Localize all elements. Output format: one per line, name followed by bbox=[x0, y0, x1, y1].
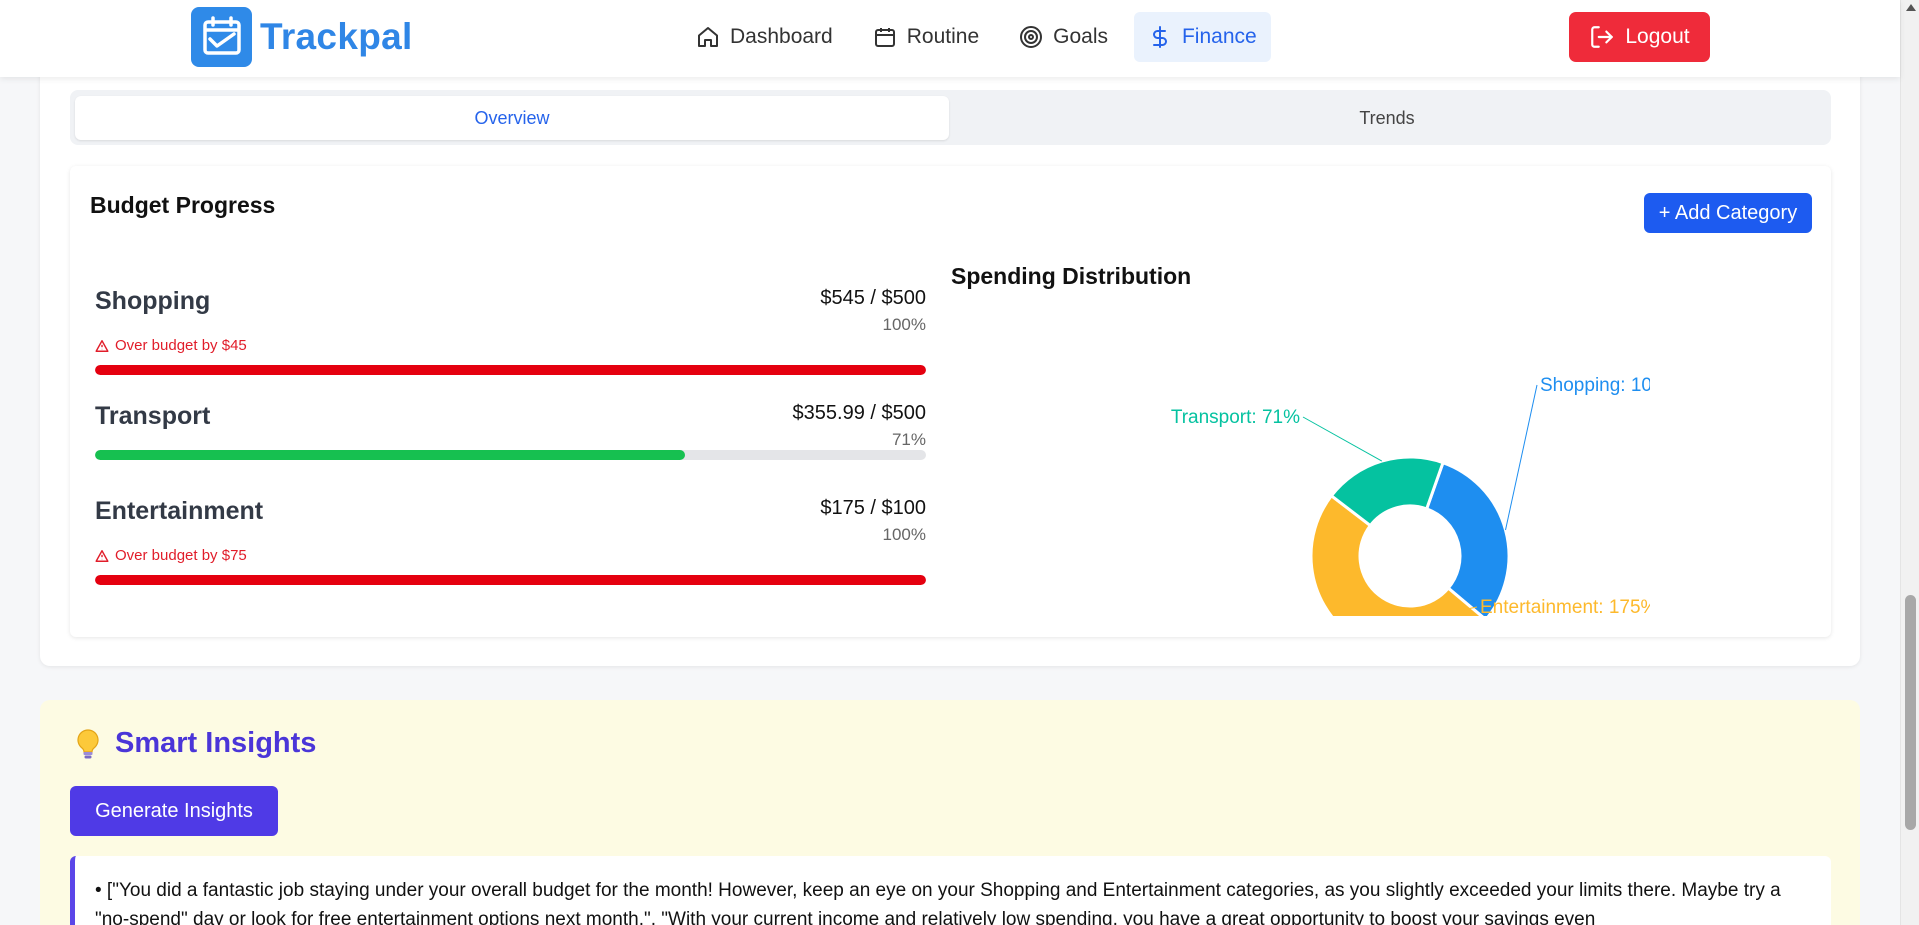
insights-header: Smart Insights bbox=[75, 727, 316, 760]
nav-item-label: Routine bbox=[906, 25, 980, 48]
category-name: Shopping bbox=[95, 287, 211, 315]
category-amount: $355.99 / $500 bbox=[792, 402, 926, 424]
calendar-check-logo-icon bbox=[191, 7, 252, 67]
nav-item-routine[interactable]: Routine bbox=[859, 12, 993, 62]
brand-name: Trackpal bbox=[260, 16, 413, 57]
donut-leader-line bbox=[1505, 384, 1538, 531]
donut-slice-shopping[interactable] bbox=[1424, 460, 1511, 616]
top-navbar: Trackpal Dashboard Routine Goals Finance… bbox=[0, 0, 1900, 77]
over-budget-warning: Over budget by $75 bbox=[95, 547, 247, 564]
generate-insights-button[interactable]: Generate Insights bbox=[70, 786, 278, 836]
dollar-icon bbox=[1152, 26, 1167, 48]
smart-insights-panel: Smart Insights Generate Insights • ["You… bbox=[40, 700, 1860, 925]
logout-icon bbox=[1591, 26, 1614, 48]
category-amount: $545 / $500 bbox=[820, 287, 926, 309]
main-nav: Dashboard Routine Goals Finance bbox=[682, 12, 1283, 62]
calendar-icon bbox=[874, 28, 895, 47]
category-percent: 100% bbox=[882, 525, 926, 544]
logout-label: Logout bbox=[1625, 25, 1690, 48]
insight-text-box: • ["You did a fantastic job staying unde… bbox=[70, 856, 1831, 925]
donut-label-entertainment: Entertainment: 175% bbox=[1480, 597, 1650, 616]
donut-label-transport: Transport: 71% bbox=[1171, 407, 1300, 428]
budget-category-shopping: Shopping $545 / $500 100% Over budget by… bbox=[95, 287, 926, 377]
page-scrollbar[interactable] bbox=[1900, 0, 1919, 925]
nav-item-finance[interactable]: Finance bbox=[1133, 12, 1271, 62]
spending-distribution-title: Spending Distribution bbox=[951, 263, 1192, 289]
tab-overview[interactable]: Overview bbox=[75, 96, 949, 140]
progress-bar-fill bbox=[95, 365, 926, 375]
progress-bar-fill bbox=[95, 450, 685, 460]
logout-button[interactable]: Logout bbox=[1569, 12, 1710, 62]
brand[interactable]: Trackpal bbox=[191, 7, 413, 67]
scroll-up-arrow-icon[interactable] bbox=[1906, 4, 1916, 11]
nav-item-label: Dashboard bbox=[730, 25, 833, 48]
nav-item-dashboard[interactable]: Dashboard bbox=[682, 12, 847, 62]
lightbulb-icon bbox=[77, 728, 99, 758]
donut-label-shopping: Shopping: 109% bbox=[1540, 375, 1650, 396]
budget-category-entertainment: Entertainment $175 / $100 100% Over budg… bbox=[95, 497, 926, 587]
scrollbar-thumb[interactable] bbox=[1905, 595, 1916, 830]
insights-title: Smart Insights bbox=[115, 727, 317, 759]
progress-bar bbox=[95, 365, 926, 375]
over-budget-warning: Over budget by $45 bbox=[95, 337, 247, 354]
warning-text: Over budget by $75 bbox=[115, 547, 247, 564]
insight-text: • ["You did a fantastic job staying unde… bbox=[95, 880, 1781, 925]
nav-item-label: Finance bbox=[1181, 25, 1257, 48]
tab-trends[interactable]: Trends bbox=[950, 96, 1824, 140]
category-amount: $175 / $100 bbox=[820, 497, 926, 519]
add-category-button[interactable]: + Add Category bbox=[1644, 193, 1812, 233]
category-name: Entertainment bbox=[95, 497, 264, 525]
warning-icon bbox=[95, 549, 109, 562]
finance-tabs: Overview Trends bbox=[70, 90, 1831, 145]
nav-item-goals[interactable]: Goals bbox=[1005, 12, 1122, 62]
progress-bar bbox=[95, 575, 926, 585]
donut-leader-line bbox=[1302, 416, 1383, 462]
category-percent: 71% bbox=[891, 430, 926, 449]
budget-category-transport: Transport $355.99 / $500 71% bbox=[95, 402, 926, 462]
progress-bar bbox=[95, 450, 926, 460]
target-icon bbox=[1020, 26, 1043, 48]
nav-item-label: Goals bbox=[1053, 25, 1108, 48]
spending-donut-chart: Shopping: 109% Entertainment: 175% Transpo… bbox=[1171, 375, 1650, 616]
category-name: Transport bbox=[95, 402, 211, 430]
budget-progress-card: Budget Progress + Add Category Shopping … bbox=[70, 166, 1831, 637]
category-percent: 100% bbox=[882, 315, 926, 334]
budget-title: Budget Progress bbox=[90, 192, 276, 218]
warning-icon bbox=[95, 339, 109, 352]
home-icon bbox=[698, 27, 718, 47]
progress-bar-fill bbox=[95, 575, 926, 585]
warning-text: Over budget by $45 bbox=[115, 337, 247, 354]
